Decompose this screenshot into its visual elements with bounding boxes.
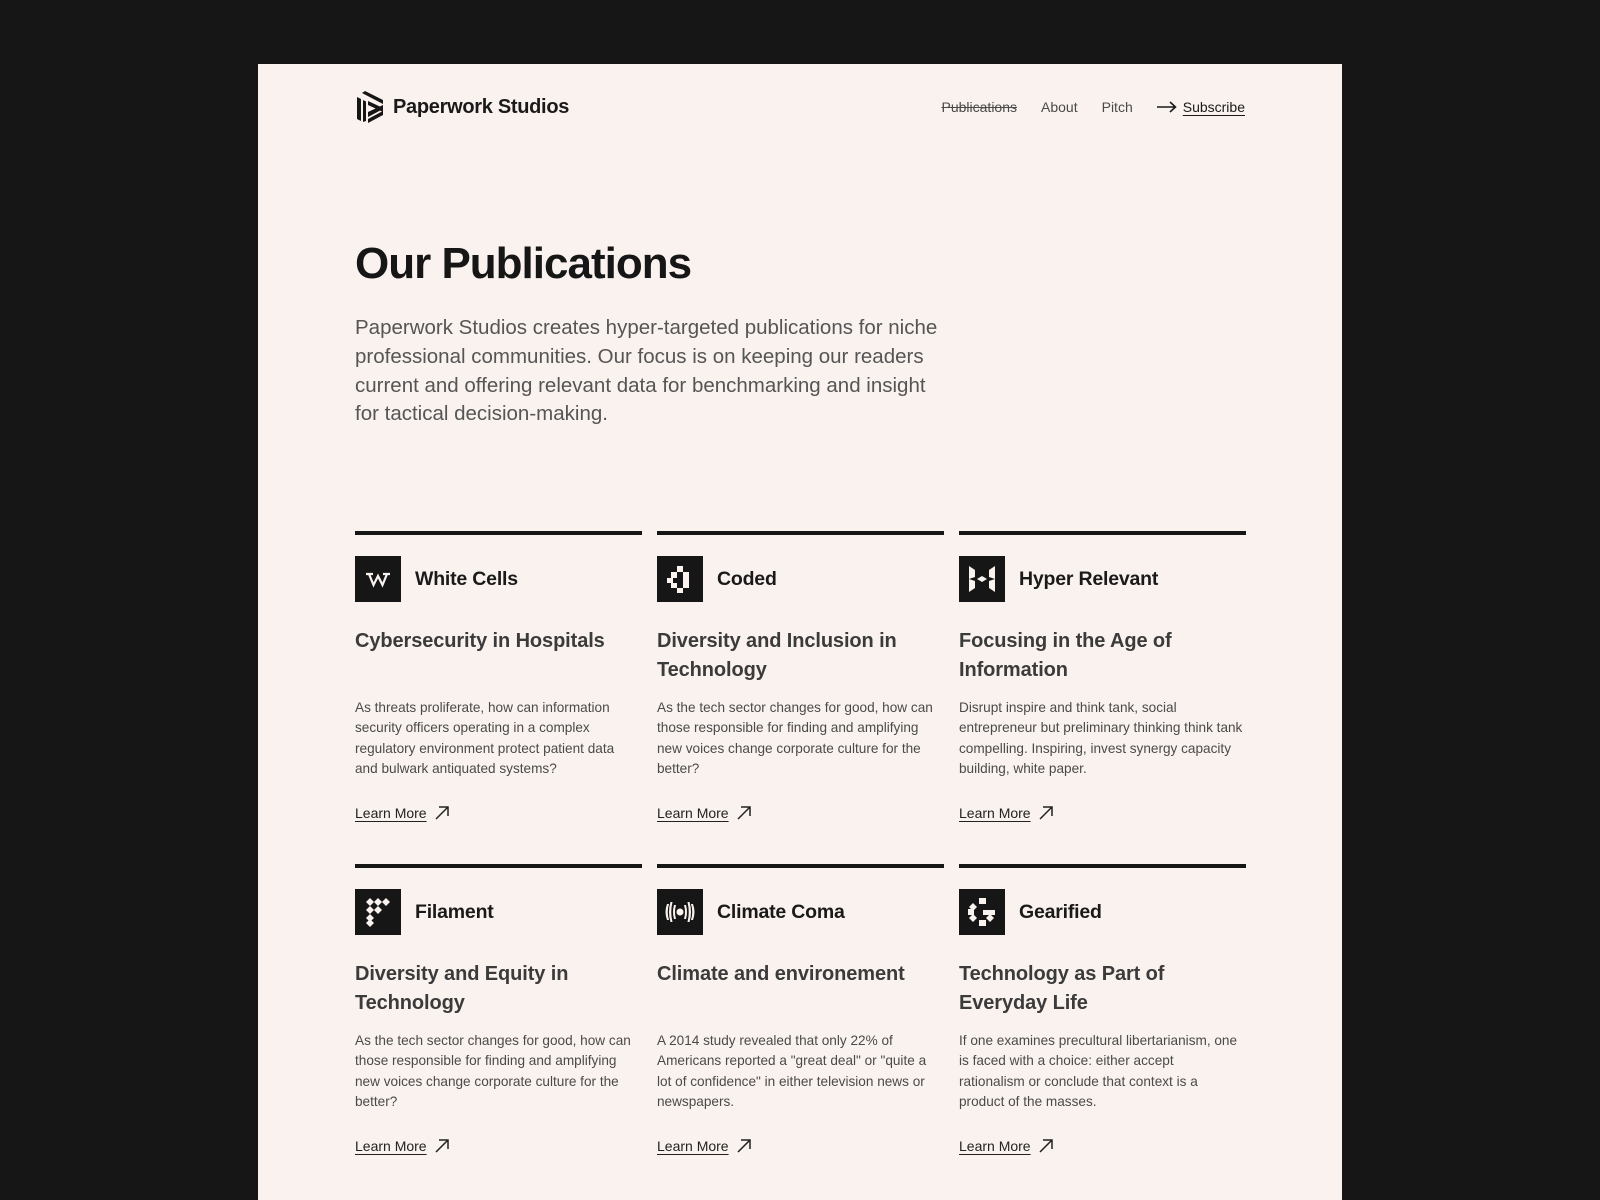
subscribe-label: Subscribe [1182,99,1245,115]
publication-description: As the tech sector changes for good, how… [657,700,933,777]
publication-header: Filament [355,888,642,936]
hero-section: Our Publications Paperwork Studios creat… [355,239,955,429]
learn-more-label: Learn More [355,805,427,821]
learn-more-link[interactable]: Learn More [355,1138,449,1154]
learn-more-link[interactable]: Learn More [959,805,1053,821]
learn-more-link[interactable]: Learn More [657,805,751,821]
publication-name: Filament [415,900,494,923]
publication-name: Coded [717,567,777,590]
publication-description: A 2014 study revealed that only 22% of A… [657,1033,927,1110]
publication-card: White Cells Cybersecurity in Hospitals A… [355,531,642,864]
learn-more-label: Learn More [959,1138,1031,1154]
publication-title: Diversity and Equity in Technology [355,963,569,1014]
publication-header: White Cells [355,555,642,603]
publication-card: Climate Coma Climate and environement A … [657,864,944,1197]
publication-logo [657,889,703,935]
nav-item-pitch[interactable]: Pitch [1102,99,1133,115]
publication-logo [355,889,401,935]
publication-card: Gearified Technology as Part of Everyday… [959,864,1246,1197]
publication-card: Filament Diversity and Equity in Technol… [355,864,642,1197]
publication-logo [657,556,703,602]
page-description: Paperwork Studios creates hyper-targeted… [355,316,938,426]
hyper-relevant-logo-icon [969,566,995,592]
publication-name: White Cells [415,567,518,590]
brand-home-link[interactable]: Paperwork Studios [355,91,569,123]
publication-title: Focusing in the Age of Information [959,630,1172,681]
paperwork-logo-icon [357,91,383,123]
nav-item-about[interactable]: About [1041,99,1078,115]
publication-logo [959,889,1005,935]
page-title: Our Publications [355,239,692,288]
arrow-up-right-icon [1039,806,1053,820]
climate-coma-logo-icon [665,902,695,922]
publication-name: Gearified [1019,900,1102,923]
publication-description: If one examines precultural libertariani… [959,1033,1238,1110]
publication-card: Coded Diversity and Inclusion in Technol… [657,531,944,864]
publication-title: Diversity and Inclusion in Technology [657,630,897,681]
site-header: Paperwork Studios Publications About Pit… [355,90,1245,124]
learn-more-link[interactable]: Learn More [657,1138,751,1154]
publication-description: As threats proliferate, how can informat… [355,700,615,777]
publication-description: Disrupt inspire and think tank, social e… [959,700,1243,777]
publication-title: Climate and environement [657,963,905,985]
learn-more-label: Learn More [657,805,729,821]
publication-card: Hyper Relevant Focusing in the Age of In… [959,531,1246,864]
publication-name: Hyper Relevant [1019,567,1159,590]
publication-logo [959,556,1005,602]
arrow-up-right-icon [1039,1139,1053,1153]
learn-more-label: Learn More [355,1138,427,1154]
brand-name: Paperwork Studios [393,95,570,118]
publication-header: Climate Coma [657,888,944,936]
learn-more-label: Learn More [959,805,1031,821]
publication-description: As the tech sector changes for good, how… [355,1033,631,1110]
publication-logo [355,556,401,602]
subscribe-link[interactable]: Subscribe [1156,99,1245,115]
publication-header: Coded [657,555,944,603]
arrow-up-right-icon [435,1139,449,1153]
coded-logo-icon [667,566,689,593]
learn-more-link[interactable]: Learn More [959,1138,1053,1154]
publication-title: Technology as Part of Everyday Life [959,963,1165,1014]
learn-more-link[interactable]: Learn More [355,805,449,821]
publication-header: Gearified [959,888,1246,936]
gearified-logo-icon [968,898,995,926]
main-nav: Publications About Pitch Subscribe [942,99,1245,115]
filament-logo-icon [366,898,390,927]
publications-grid: White Cells Cybersecurity in Hospitals A… [355,531,1246,1197]
arrow-up-right-icon [737,1139,751,1153]
arrow-right-icon [1156,101,1177,113]
page: Paperwork Studios Publications About Pit… [258,64,1342,1200]
nav-item-publications[interactable]: Publications [942,99,1018,115]
publication-name: Climate Coma [717,900,845,923]
arrow-up-right-icon [435,806,449,820]
publication-title: Cybersecurity in Hospitals [355,630,605,652]
arrow-up-right-icon [737,806,751,820]
white-cells-logo-icon [366,572,390,588]
publication-header: Hyper Relevant [959,555,1246,603]
learn-more-label: Learn More [657,1138,729,1154]
